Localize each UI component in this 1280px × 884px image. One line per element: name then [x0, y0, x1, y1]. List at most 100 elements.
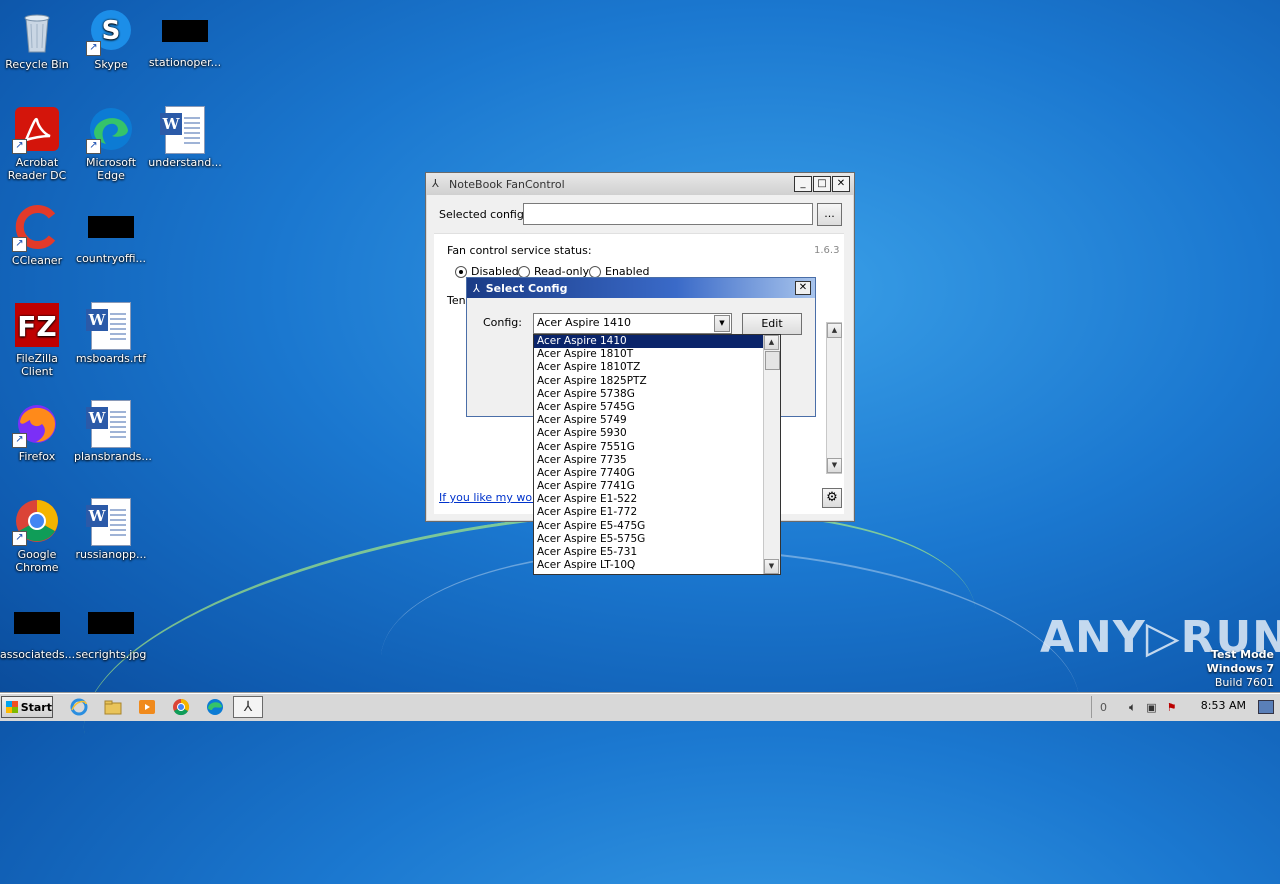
clock[interactable]: 8:53 AM: [1201, 699, 1246, 712]
firefox-icon: ↗: [12, 400, 60, 448]
config-option[interactable]: Acer Aspire 1810TZ: [534, 361, 763, 374]
wallpaper-swirl: [63, 458, 997, 884]
edit-button[interactable]: Edit: [742, 313, 802, 335]
service-status-label: Fan control service status:: [447, 244, 592, 257]
desktop-icon-countryoffi[interactable]: countryoffi...: [74, 204, 148, 265]
fan-list-scrollbar[interactable]: ▲ ▼: [826, 322, 842, 474]
dialog-titlebar[interactable]: ⅄ Select Config: [467, 278, 815, 298]
desktop-icon-ccleaner[interactable]: ↗ CCleaner: [0, 204, 74, 267]
shortcut-arrow-icon: ↗: [86, 41, 101, 56]
taskbar-edge-icon[interactable]: [202, 696, 228, 718]
config-option[interactable]: Acer Aspire E5-575G: [534, 533, 763, 546]
scroll-up-icon[interactable]: ▲: [827, 323, 842, 338]
config-option[interactable]: Acer Aspire 7551G: [534, 441, 763, 454]
config-option[interactable]: Acer Aspire 5745G: [534, 401, 763, 414]
taskbar-chrome-icon[interactable]: [168, 696, 194, 718]
radio-dot-icon: [518, 265, 530, 278]
desktop-icon-secrights[interactable]: secrights.jpg: [74, 606, 148, 661]
config-option[interactable]: Acer Aspire E5-475G: [534, 520, 763, 533]
windows-version-line: Windows 7: [1206, 662, 1274, 675]
network-icon[interactable]: ▣: [1146, 701, 1156, 714]
browse-config-button[interactable]: ...: [817, 203, 842, 226]
chevron-down-icon[interactable]: ▼: [714, 315, 730, 332]
filezilla-icon: FZ: [14, 302, 60, 348]
selected-config-input[interactable]: [523, 203, 813, 225]
desktop-icon-label: Microsoft Edge: [85, 156, 137, 182]
desktop-icon-skype[interactable]: S ↗ Skype: [74, 8, 148, 71]
config-option[interactable]: Acer Aspire 7741G: [534, 480, 763, 493]
donate-link[interactable]: If you like my work: [439, 491, 543, 504]
tray-count[interactable]: 0: [1100, 701, 1107, 714]
maximize-button[interactable]: □: [813, 176, 831, 192]
word-document-icon: W: [160, 106, 208, 154]
desktop-icon-label: russianopp...: [75, 548, 147, 561]
config-option[interactable]: Acer Aspire E1-522: [534, 493, 763, 506]
config-combobox[interactable]: Acer Aspire 1410 ▼: [533, 313, 732, 334]
config-dropdown-list[interactable]: Acer Aspire 1410 Acer Aspire 1810T Acer As…: [533, 334, 781, 575]
desktop-icon-label: Recycle Bin: [5, 58, 69, 71]
desktop-icon-associateds[interactable]: associateds...: [0, 606, 76, 661]
windows-logo-icon: [6, 701, 18, 713]
config-option[interactable]: Acer Aspire LT-10Q: [534, 559, 763, 572]
desktop-icon-label: understand...: [148, 156, 222, 169]
desktop-icon-filezilla[interactable]: FZ FileZilla Client: [0, 302, 74, 378]
config-option[interactable]: Acer Aspire 5738G: [534, 388, 763, 401]
desktop-icon-label: stationoper...: [148, 56, 222, 69]
acrobat-reader-icon: ↗: [12, 106, 60, 154]
config-option[interactable]: Acer Aspire 7740G: [534, 467, 763, 480]
speaker-icon[interactable]: 🔈︎: [1129, 700, 1136, 715]
ccleaner-icon: ↗: [12, 204, 60, 252]
desktop-icon-recycle-bin[interactable]: Recycle Bin: [0, 8, 74, 71]
radio-dot-icon: [589, 265, 601, 278]
desktop-icon-label: msboards.rtf: [75, 352, 147, 365]
scroll-thumb[interactable]: [765, 351, 780, 370]
taskbar-ie-icon[interactable]: [66, 696, 92, 718]
scroll-down-icon[interactable]: ▼: [764, 559, 779, 574]
dropdown-scrollbar[interactable]: ▲ ▼: [763, 335, 780, 574]
start-button[interactable]: Start: [1, 696, 53, 718]
chrome-icon: ↗: [12, 498, 60, 546]
config-option[interactable]: Acer Aspire 7735: [534, 454, 763, 467]
config-option[interactable]: Acer Aspire 1810T: [534, 348, 763, 361]
fan-app-icon: ⅄: [243, 699, 253, 715]
recycle-bin-icon: [14, 8, 60, 54]
taskbar-fancontrol-icon[interactable]: ⅄: [233, 696, 263, 718]
config-option[interactable]: Acer Aspire 5930: [534, 427, 763, 440]
desktop-icon-label: associateds...: [0, 648, 76, 661]
selected-config-label: Selected config:: [439, 208, 528, 221]
desktop-icon-chrome[interactable]: ↗ Google Chrome: [0, 498, 74, 574]
taskbar-media-player-icon[interactable]: [134, 696, 160, 718]
file-icon: [162, 20, 208, 42]
desktop-icon-plansbrands[interactable]: W plansbrands...: [74, 400, 152, 463]
scroll-up-icon[interactable]: ▲: [764, 335, 779, 350]
config-option[interactable]: Acer Aspire 1410: [534, 335, 763, 349]
shortcut-arrow-icon: ↗: [12, 139, 27, 154]
desktop-icon-label: FileZilla Client: [16, 352, 58, 378]
settings-gear-icon[interactable]: ⚙: [822, 488, 842, 508]
scroll-down-icon[interactable]: ▼: [827, 458, 842, 473]
taskbar: Start ⅄ 0 🔈︎ ▣ ⚑ 8:53 AM: [0, 693, 1280, 721]
minimize-button[interactable]: _: [794, 176, 812, 192]
desktop-icon-acrobat[interactable]: ↗ Acrobat Reader DC: [0, 106, 74, 182]
config-option[interactable]: Acer Aspire E5-731: [534, 546, 763, 559]
desktop-icon-understand[interactable]: W understand...: [148, 106, 222, 169]
dialog-title: Select Config: [485, 281, 568, 295]
radio-dot-icon: [455, 265, 467, 278]
shortcut-arrow-icon: ↗: [12, 237, 27, 252]
desktop-icon-msboards[interactable]: W msboards.rtf: [74, 302, 148, 365]
desktop-icon-firefox[interactable]: ↗ Firefox: [0, 400, 74, 463]
dialog-close-button[interactable]: ✕: [795, 281, 811, 295]
show-desktop-icon[interactable]: [1258, 700, 1274, 714]
desktop-icon-russianopp[interactable]: W russianopp...: [74, 498, 148, 561]
taskbar-explorer-icon[interactable]: [100, 696, 126, 718]
config-option[interactable]: Acer Aspire 1825PTZ: [534, 375, 763, 388]
window-titlebar[interactable]: ⅄ NoteBook FanControl _ □ ✕: [426, 173, 854, 195]
config-option[interactable]: Acer Aspire 5749: [534, 414, 763, 427]
temperature-label: Ten: [447, 294, 466, 307]
desktop-icon-stationoper[interactable]: stationoper...: [148, 8, 222, 69]
config-option[interactable]: Acer Aspire E1-772: [534, 506, 763, 519]
desktop-icon-edge[interactable]: ↗ Microsoft Edge: [74, 106, 148, 182]
shortcut-arrow-icon: ↗: [12, 433, 27, 448]
close-button[interactable]: ✕: [832, 176, 850, 192]
flag-icon[interactable]: ⚑: [1167, 701, 1177, 714]
